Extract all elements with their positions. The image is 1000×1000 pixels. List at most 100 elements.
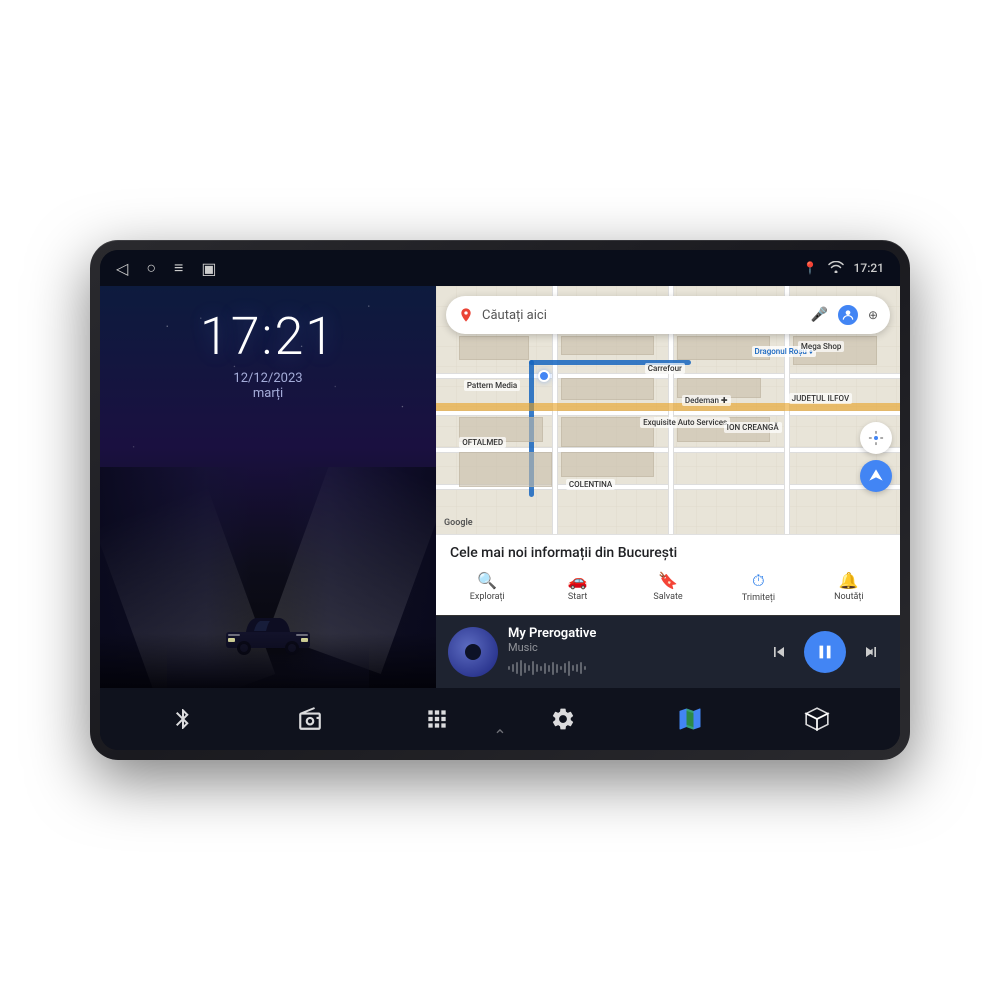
tab-start[interactable]: 🚗 Start bbox=[532, 567, 622, 607]
car-scene bbox=[100, 467, 436, 688]
clock-status: 17:21 bbox=[854, 261, 884, 275]
map-label-ion: ION CREANGĂ bbox=[724, 422, 782, 433]
wave-bar-15 bbox=[564, 663, 566, 673]
wave-bar-14 bbox=[560, 666, 562, 670]
menu-button[interactable]: ≡ bbox=[174, 258, 183, 278]
google-watermark: Google bbox=[444, 518, 473, 528]
main-area: 17:21 12/12/2023 marți bbox=[100, 286, 900, 688]
map-area[interactable]: Pattern Media Carrefour Dragonul Roșu ♦ … bbox=[436, 286, 900, 534]
home-button[interactable]: ○ bbox=[146, 258, 156, 278]
map-block-3 bbox=[561, 378, 654, 400]
map-block-2 bbox=[561, 336, 654, 356]
tab-salvate-label: Salvate bbox=[653, 592, 682, 602]
map-block-10 bbox=[459, 452, 552, 487]
map-label-oftalmed: OFTALMED bbox=[459, 437, 506, 448]
wave-bar-11 bbox=[548, 665, 550, 672]
tab-explorati[interactable]: 🔍 Explorați bbox=[442, 567, 532, 607]
wave-bar-18 bbox=[576, 664, 578, 672]
bottom-fade bbox=[100, 633, 436, 688]
bottom-dock: ⌃ bbox=[100, 688, 900, 750]
waveform bbox=[508, 658, 752, 678]
next-button[interactable] bbox=[854, 635, 888, 669]
search-action-icons: 🎤 ⊕ bbox=[811, 303, 879, 327]
swipe-up-indicator: ⌃ bbox=[493, 726, 506, 745]
wave-bar-10 bbox=[544, 663, 546, 674]
tab-trimiteti-label: Trimiteți bbox=[742, 593, 775, 603]
music-info: My Prerogative Music bbox=[508, 626, 752, 678]
map-block-1 bbox=[459, 336, 529, 361]
dock-bluetooth[interactable] bbox=[161, 697, 205, 741]
map-search-bar[interactable]: Căutați aici 🎤 ⊕ bbox=[446, 296, 890, 334]
dock-apps[interactable] bbox=[415, 697, 459, 741]
music-subtitle: Music bbox=[508, 641, 752, 654]
status-indicators: 📍 17:21 bbox=[803, 261, 884, 276]
screen: ◁ ○ ≡ ▣ 📍 17:21 bbox=[100, 250, 900, 750]
tab-start-label: Start bbox=[568, 592, 587, 602]
dock-settings[interactable] bbox=[541, 697, 585, 741]
nav-tabs: 🔍 Explorați 🚗 Start 🔖 Salvate ⏱ bbox=[436, 567, 900, 615]
wave-bar-1 bbox=[508, 666, 510, 670]
play-pause-button[interactable] bbox=[804, 631, 846, 673]
navigate-control[interactable] bbox=[860, 460, 892, 492]
music-title: My Prerogative bbox=[508, 626, 752, 641]
previous-button[interactable] bbox=[762, 635, 796, 669]
wave-bar-19 bbox=[580, 662, 582, 674]
wave-bar-6 bbox=[528, 665, 530, 671]
tab-noutati[interactable]: 🔔 Noutăți bbox=[804, 567, 894, 607]
info-section: Cele mai noi informații din București 🔍 … bbox=[436, 534, 900, 615]
wave-bar-12 bbox=[552, 662, 554, 675]
status-bar: ◁ ○ ≡ ▣ 📍 17:21 bbox=[100, 250, 900, 286]
news-icon: 🔔 bbox=[839, 571, 859, 590]
map-label-megashop: Mega Shop bbox=[798, 341, 844, 352]
mic-icon[interactable]: 🎤 bbox=[811, 307, 828, 323]
tab-explorati-label: Explorați bbox=[470, 592, 505, 602]
map-label-ilfov: JUDEȚUL ILFOV bbox=[789, 393, 853, 404]
send-icon: ⏱ bbox=[752, 571, 764, 591]
wave-bar-7 bbox=[532, 661, 534, 675]
map-label-carrefour: Carrefour bbox=[645, 363, 685, 374]
dock-cube[interactable] bbox=[795, 697, 839, 741]
wave-bar-5 bbox=[524, 663, 526, 673]
dock-radio[interactable] bbox=[288, 697, 332, 741]
search-input-text[interactable]: Căutați aici bbox=[482, 308, 803, 323]
wave-bar-8 bbox=[536, 664, 538, 672]
wave-bar-9 bbox=[540, 666, 542, 671]
wave-bar-13 bbox=[556, 664, 558, 673]
map-label-exquisite: Exquisite Auto Services bbox=[640, 417, 730, 428]
news-banner: Cele mai noi informații din București bbox=[436, 535, 900, 567]
wifi-icon bbox=[828, 261, 844, 276]
wave-bar-16 bbox=[568, 661, 570, 676]
tab-trimiteti[interactable]: ⏱ Trimiteți bbox=[713, 567, 803, 607]
wave-bar-4 bbox=[520, 660, 522, 676]
explore-icon: 🔍 bbox=[477, 571, 497, 590]
dock-maps[interactable] bbox=[668, 697, 712, 741]
saved-icon: 🔖 bbox=[658, 571, 678, 590]
left-panel: 17:21 12/12/2023 marți bbox=[100, 286, 436, 688]
location-icon: 📍 bbox=[803, 261, 818, 275]
tab-salvate[interactable]: 🔖 Salvate bbox=[623, 567, 713, 607]
clock-area: 17:21 12/12/2023 marți bbox=[200, 286, 336, 401]
music-controls bbox=[762, 631, 888, 673]
nav-controls: ◁ ○ ≡ ▣ bbox=[116, 258, 216, 278]
clock-date: 12/12/2023 bbox=[200, 371, 336, 386]
tab-noutati-label: Noutăți bbox=[834, 592, 864, 602]
back-button[interactable]: ◁ bbox=[116, 259, 128, 278]
map-label-colentina: COLENTINA bbox=[566, 479, 615, 490]
music-player: My Prerogative Music bbox=[436, 615, 900, 688]
clock-time: 17:21 bbox=[200, 306, 336, 367]
right-panel: Pattern Media Carrefour Dragonul Roșu ♦ … bbox=[436, 286, 900, 688]
map-label-dedeman: Dedeman ✚ bbox=[682, 395, 731, 406]
wave-bar-3 bbox=[516, 662, 518, 674]
map-boulevard bbox=[436, 403, 900, 411]
user-avatar[interactable] bbox=[836, 303, 860, 327]
map-block-11 bbox=[561, 452, 654, 477]
google-maps-icon bbox=[458, 307, 474, 323]
clock-day: marți bbox=[200, 386, 336, 401]
more-options-icon[interactable]: ⊕ bbox=[868, 308, 878, 322]
album-art bbox=[448, 627, 498, 677]
recent-button[interactable]: ▣ bbox=[201, 259, 216, 278]
device-frame: ◁ ○ ≡ ▣ 📍 17:21 bbox=[90, 240, 910, 760]
wave-bar-20 bbox=[584, 666, 586, 670]
wave-bar-17 bbox=[572, 665, 574, 671]
album-center-dot bbox=[465, 644, 481, 660]
